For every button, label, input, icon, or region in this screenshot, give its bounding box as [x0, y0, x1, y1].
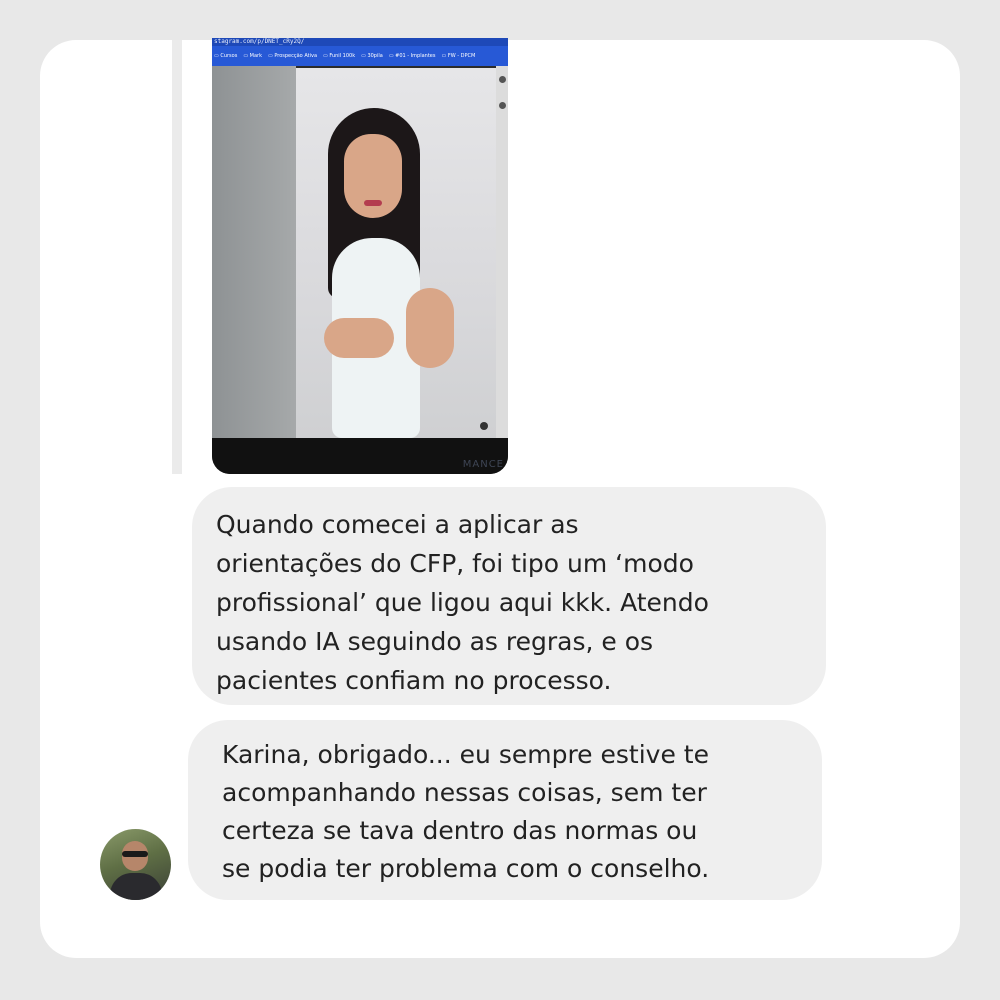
bookmark-item: 30pila	[361, 46, 382, 66]
bookmark-item: Cursos	[214, 46, 237, 66]
reply-indicator-bar	[172, 40, 182, 474]
watermark-text: MANCE	[462, 459, 504, 470]
circle-icon	[499, 76, 506, 83]
browser-side-panel	[212, 66, 296, 438]
avatar-body	[110, 873, 162, 900]
message-line: acompanhando nessas coisas, sem ter	[222, 778, 707, 807]
sunglasses-icon	[122, 851, 148, 857]
video-frame[interactable]	[296, 68, 496, 438]
person-lips	[364, 200, 382, 206]
message-line: Quando comecei a aplicar as	[216, 510, 579, 539]
message-line: profissional’ que ligou aqui kkk. Atendo	[216, 588, 709, 617]
message-line: orientações do CFP, foi tipo um ‘modo	[216, 549, 694, 578]
message-line: Karina, obrigado... eu sempre estive te	[222, 740, 709, 769]
monitor-bezel: MANCE	[212, 438, 508, 474]
browser-url-bar: stagram.com/p/DNET_cRy2Q/	[212, 38, 508, 46]
bookmark-item: Prospecção Ativa	[268, 46, 317, 66]
shared-media-screenshot[interactable]: stagram.com/p/DNET_cRy2Q/ Cursos Mark Pr…	[212, 38, 508, 474]
browser-bookmarks-bar: Cursos Mark Prospecção Ativa Funil 100k …	[212, 46, 508, 66]
person-hand-right	[406, 288, 454, 368]
circle-icon	[499, 102, 506, 109]
bookmark-item: Mark	[243, 46, 262, 66]
message-bubble-received[interactable]: Quando comecei a aplicar as orientações …	[192, 487, 826, 705]
avatar[interactable]	[100, 829, 171, 900]
message-line: se podia ter problema com o conselho.	[222, 854, 710, 883]
message-bubble-sent[interactable]: Karina, obrigado... eu sempre estive te …	[188, 720, 822, 900]
message-line: certeza se tava dentro das normas ou	[222, 816, 698, 845]
message-line: pacientes confiam no processo.	[216, 666, 612, 695]
browser-scroll-panel	[496, 66, 508, 438]
video-control-icon[interactable]	[480, 422, 488, 430]
message-line: usando IA seguindo as regras, e os	[216, 627, 654, 656]
person-hand-left	[324, 318, 394, 358]
bookmark-item: #01 - Implantes	[389, 46, 435, 66]
bookmark-item: Funil 100k	[323, 46, 355, 66]
bookmark-item: FW - DPCM	[441, 46, 475, 66]
